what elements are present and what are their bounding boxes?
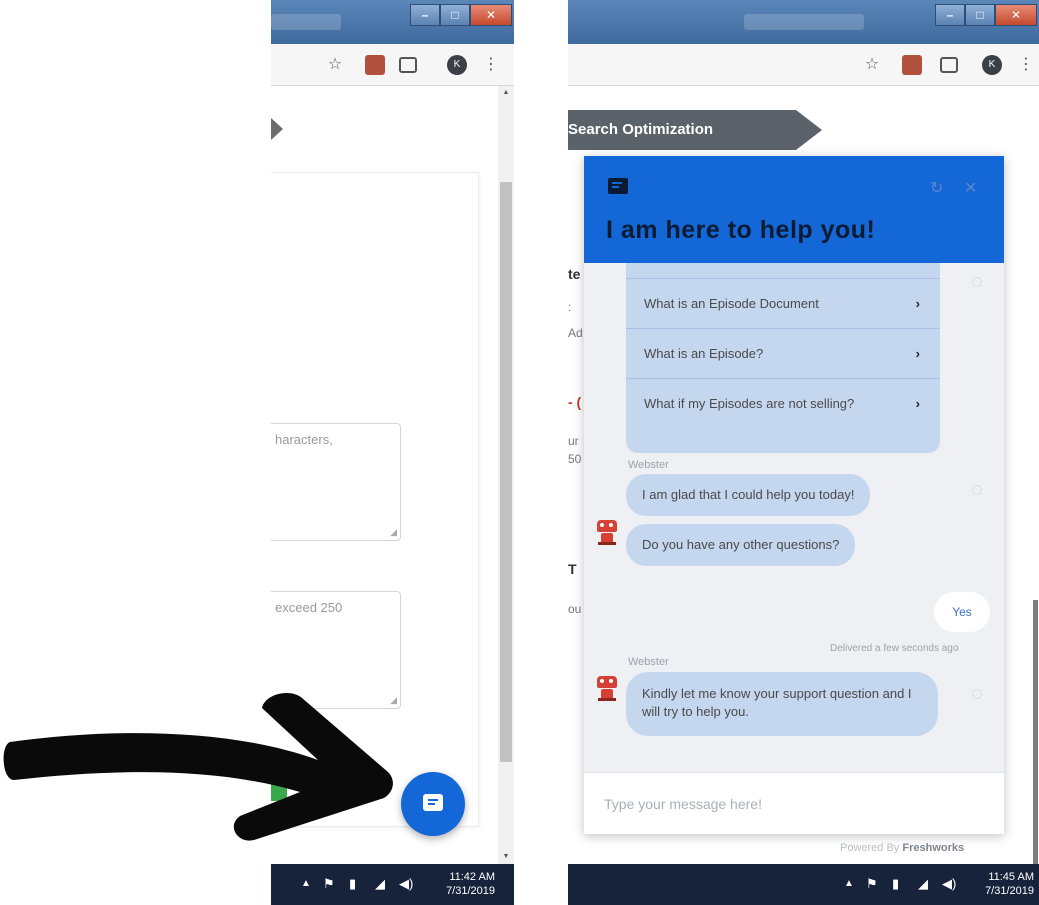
- window-titlebar: – □ ✕: [271, 0, 514, 44]
- minimize-button[interactable]: –: [410, 4, 440, 26]
- volume-icon[interactable]: ◀): [399, 876, 413, 892]
- clock-time: 11:42 AM: [449, 871, 495, 883]
- chevron-right-icon: [271, 118, 283, 140]
- textarea-hint: exceed 250: [275, 600, 343, 615]
- powered-by-footer[interactable]: Powered By Freshworks: [840, 842, 964, 854]
- faq-suggestion-list: What is an Episode Document › What is an…: [626, 263, 940, 453]
- faq-item[interactable]: What if my Episodes are not selling? ›: [626, 378, 940, 428]
- faq-item[interactable]: What is an Episode Document ›: [626, 278, 940, 328]
- chat-widget-header: ↻ ✕ I am here to help you!: [584, 156, 1004, 263]
- window-controls: – □ ✕: [410, 4, 512, 26]
- chevron-right-icon: ›: [915, 346, 920, 361]
- decor-dot: [972, 485, 982, 495]
- network-icon[interactable]: ▮: [892, 876, 899, 892]
- page-scrollbar[interactable]: ▲ ▼: [498, 86, 514, 864]
- windows-taskbar: ▲ ⚑ ▮ ◢ ◀) 11:45 AM 7/31/2019: [568, 864, 1039, 905]
- sender-name: Webster: [628, 656, 669, 668]
- close-icon[interactable]: ✕: [964, 178, 977, 198]
- browser-toolbar: ☆ K ⋮: [568, 44, 1039, 86]
- bot-avatar-icon: [594, 520, 620, 546]
- system-clock[interactable]: 11:45 AM 7/31/2019: [972, 870, 1034, 898]
- more-icon[interactable]: ⋮: [1016, 55, 1036, 75]
- chevron-right-icon: ›: [915, 296, 920, 311]
- page-text-fragment: ou: [568, 602, 582, 616]
- star-icon[interactable]: ☆: [325, 55, 345, 75]
- clock-time: 11:45 AM: [988, 871, 1034, 883]
- resize-grip-icon[interactable]: ◢: [390, 527, 397, 538]
- breadcrumb-ribbon[interactable]: Search Optimization: [568, 110, 822, 150]
- browser-tab[interactable]: [271, 14, 341, 30]
- decor-dot: [972, 689, 982, 699]
- textarea-hint: haracters,: [275, 432, 333, 447]
- scroll-up-arrow[interactable]: ▲: [498, 86, 514, 100]
- page-text-fragment: - (: [568, 394, 582, 410]
- cast-icon[interactable]: [940, 57, 958, 73]
- right-browser-window: – □ ✕ ☆ K ⋮ Search Optimization te : Ad …: [568, 0, 1039, 905]
- flag-icon[interactable]: ⚑: [323, 876, 335, 892]
- page-text-fragment: :: [568, 300, 572, 314]
- chat-widget: ↻ ✕ I am here to help you! What is an Ep…: [584, 156, 1004, 834]
- powered-by-prefix: Powered By: [840, 842, 900, 854]
- faq-item-label: What is an Episode Document: [644, 296, 819, 311]
- maximize-button[interactable]: □: [965, 4, 995, 26]
- minimize-button[interactable]: –: [935, 4, 965, 26]
- refresh-icon[interactable]: ↻: [930, 178, 943, 198]
- chat-widget-title: I am here to help you!: [606, 216, 876, 244]
- star-icon[interactable]: ☆: [862, 55, 882, 75]
- sender-name: Webster: [628, 459, 669, 471]
- maximize-button[interactable]: □: [440, 4, 470, 26]
- chat-message-list[interactable]: What is an Episode Document › What is an…: [584, 263, 1004, 772]
- signal-icon[interactable]: ◢: [918, 876, 928, 892]
- signal-icon[interactable]: ◢: [375, 876, 385, 892]
- page-text-fragment: te: [568, 266, 581, 282]
- clock-date: 7/31/2019: [446, 885, 495, 897]
- extension-icon[interactable]: [365, 55, 385, 75]
- scroll-down-arrow[interactable]: ▼: [498, 850, 514, 864]
- chat-bubble-icon: [423, 794, 443, 811]
- arrow-up-icon[interactable]: ▲: [844, 878, 854, 889]
- network-icon[interactable]: ▮: [349, 876, 356, 892]
- bot-message: Kindly let me know your support question…: [626, 672, 938, 736]
- window-titlebar: – □ ✕: [568, 0, 1039, 44]
- extension-icon[interactable]: [902, 55, 922, 75]
- powered-by-brand: Freshworks: [902, 842, 965, 854]
- page-text-fragment: Ad: [568, 326, 583, 340]
- annotation-arrow-icon: [3, 693, 393, 841]
- cast-icon[interactable]: [399, 57, 417, 73]
- browser-tab[interactable]: [744, 14, 864, 30]
- close-window-button[interactable]: ✕: [995, 4, 1037, 26]
- more-icon[interactable]: ⋮: [481, 55, 501, 75]
- clock-date: 7/31/2019: [985, 885, 1034, 897]
- bot-message: I am glad that I could help you today!: [626, 474, 871, 516]
- windows-taskbar: ▲ ⚑ ▮ ◢ ◀) 11:42 AM 7/31/2019: [271, 864, 514, 905]
- description-textarea[interactable]: haracters, ◢: [271, 423, 401, 541]
- system-clock[interactable]: 11:42 AM 7/31/2019: [433, 870, 495, 898]
- bot-avatar-icon: [594, 676, 620, 702]
- window-controls: – □ ✕: [935, 4, 1037, 26]
- scroll-thumb[interactable]: [500, 182, 512, 762]
- user-message: Yes: [934, 592, 990, 632]
- profile-avatar[interactable]: K: [447, 55, 467, 75]
- faq-item[interactable]: What is an Episode? ›: [626, 328, 940, 378]
- chevron-right-icon: ›: [915, 396, 920, 411]
- volume-icon[interactable]: ◀): [942, 876, 956, 892]
- chat-bubble-icon: [608, 178, 628, 194]
- scroll-thumb[interactable]: [1033, 600, 1038, 864]
- page-text-fragment: T: [568, 561, 577, 577]
- faq-item-label: What is an Episode?: [644, 346, 764, 361]
- delivery-status: Delivered a few seconds ago: [830, 643, 959, 654]
- profile-avatar[interactable]: K: [982, 55, 1002, 75]
- browser-toolbar: ☆ K ⋮: [271, 44, 514, 86]
- decor-dot: [972, 277, 982, 287]
- arrow-up-icon[interactable]: ▲: [301, 878, 311, 889]
- page-text-fragment: ur: [568, 434, 579, 448]
- faq-item-label: What if my Episodes are not selling?: [644, 396, 855, 411]
- flag-icon[interactable]: ⚑: [866, 876, 878, 892]
- message-input[interactable]: [604, 793, 984, 815]
- chat-composer: [584, 772, 1004, 834]
- page-text-fragment: 50: [568, 452, 582, 466]
- page-scrollbar[interactable]: [1031, 600, 1039, 864]
- bot-message: Do you have any other questions?: [626, 524, 856, 566]
- close-window-button[interactable]: ✕: [470, 4, 512, 26]
